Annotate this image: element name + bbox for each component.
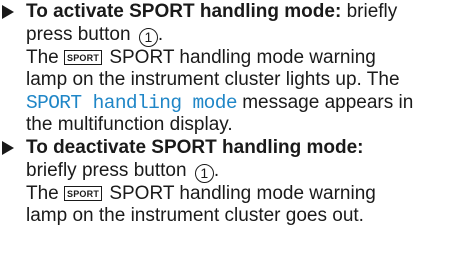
step-text: message appears in [236, 91, 414, 113]
step-text: lamp on the instrument cluster goes out. [26, 205, 364, 227]
step-text: the multifunction display. [26, 114, 233, 136]
display-message: SPORT handling mode [26, 91, 238, 114]
button-number-icon: 1 [194, 163, 214, 183]
step-text: briefly press button [26, 159, 187, 181]
step-line: To activate SPORT handling mode: briefly [26, 1, 462, 24]
step-heading: To deactivate SPORT handling mode: [26, 136, 364, 158]
step-text: lamp on the instrument cluster lights up… [26, 69, 400, 91]
step-arrow-icon [2, 140, 14, 155]
step-line: The SPORT SPORT handling mode warning [26, 183, 462, 206]
step-line: briefly press button 1. [26, 160, 462, 183]
step-line: SPORT handling mode message appears in [26, 92, 462, 115]
sport-lamp-icon: SPORT [64, 185, 103, 201]
step-text: press button [26, 23, 131, 45]
button-number-icon: 1 [138, 27, 158, 47]
manual-excerpt: To activate SPORT handling mode: briefly… [0, 1, 462, 228]
step-text: . [157, 23, 164, 45]
step-line: press button 1. [26, 24, 462, 47]
step-text: SPORT handling mode warning [109, 46, 376, 68]
step-text: . [213, 159, 220, 181]
step-line: lamp on the instrument cluster goes out. [26, 205, 462, 228]
sport-lamp-icon: SPORT [64, 49, 103, 65]
step-line: lamp on the instrument cluster lights up… [26, 69, 462, 92]
step-line: To deactivate SPORT handling mode: [26, 137, 462, 160]
step-line: The SPORT SPORT handling mode warning [26, 47, 462, 70]
step-text: The [26, 46, 59, 68]
step-arrow-icon [2, 5, 14, 19]
step-heading: To activate SPORT handling mode: [26, 1, 342, 22]
step-text: SPORT handling mode warning [109, 182, 376, 204]
step-text: The [26, 182, 59, 204]
step-activate: To activate SPORT handling mode: briefly… [0, 1, 462, 137]
step-heading-tail: briefly [341, 1, 398, 22]
step-line: the multifunction display. [26, 114, 462, 137]
step-deactivate: To deactivate SPORT handling mode: brief… [0, 137, 462, 228]
